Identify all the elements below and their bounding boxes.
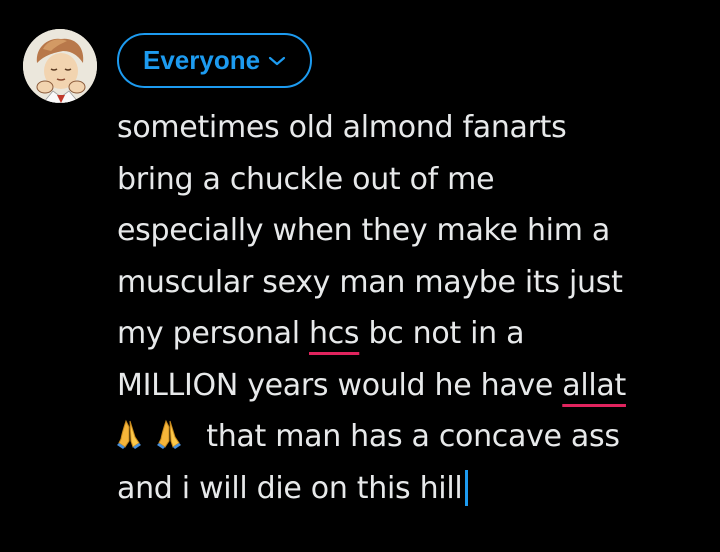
text-line: muscular sexy man maybe its just — [117, 264, 623, 300]
text-line: my personal hcs bc not in a — [117, 308, 707, 360]
user-avatar-icon — [23, 29, 97, 103]
spellcheck-flagged-word[interactable]: allat — [562, 368, 626, 403]
text-line: especially when they make him a — [117, 213, 610, 248]
text-line: MILLION years would he have allat — [117, 360, 707, 412]
folded-hands-emoji-icon — [157, 419, 193, 449]
text-line: bring a chuckle out of me — [117, 161, 495, 197]
text-segment: MILLION years would he have — [117, 367, 563, 403]
text-line: that man has a concave ass — [117, 411, 707, 463]
post-text-area[interactable]: sometimes old almond fanarts bring a chu… — [117, 102, 707, 514]
text-line: and i will die on this hill — [117, 463, 707, 515]
text-segment: that man has a concave ass — [197, 419, 620, 454]
spellcheck-flagged-word[interactable]: hcs — [309, 316, 360, 351]
text-cursor — [465, 469, 469, 506]
text-segment: and i will die on this hill — [117, 470, 463, 506]
audience-selector-button[interactable]: Everyone — [117, 33, 312, 88]
text-segment: my personal — [117, 316, 310, 351]
audience-label: Everyone — [143, 45, 261, 75]
text-segment: bc not in a — [359, 316, 525, 351]
text-line: sometimes old almond fanarts — [117, 110, 567, 145]
folded-hands-emoji-icon — [117, 419, 153, 449]
chevron-down-icon — [268, 55, 286, 67]
user-avatar[interactable] — [23, 29, 97, 103]
